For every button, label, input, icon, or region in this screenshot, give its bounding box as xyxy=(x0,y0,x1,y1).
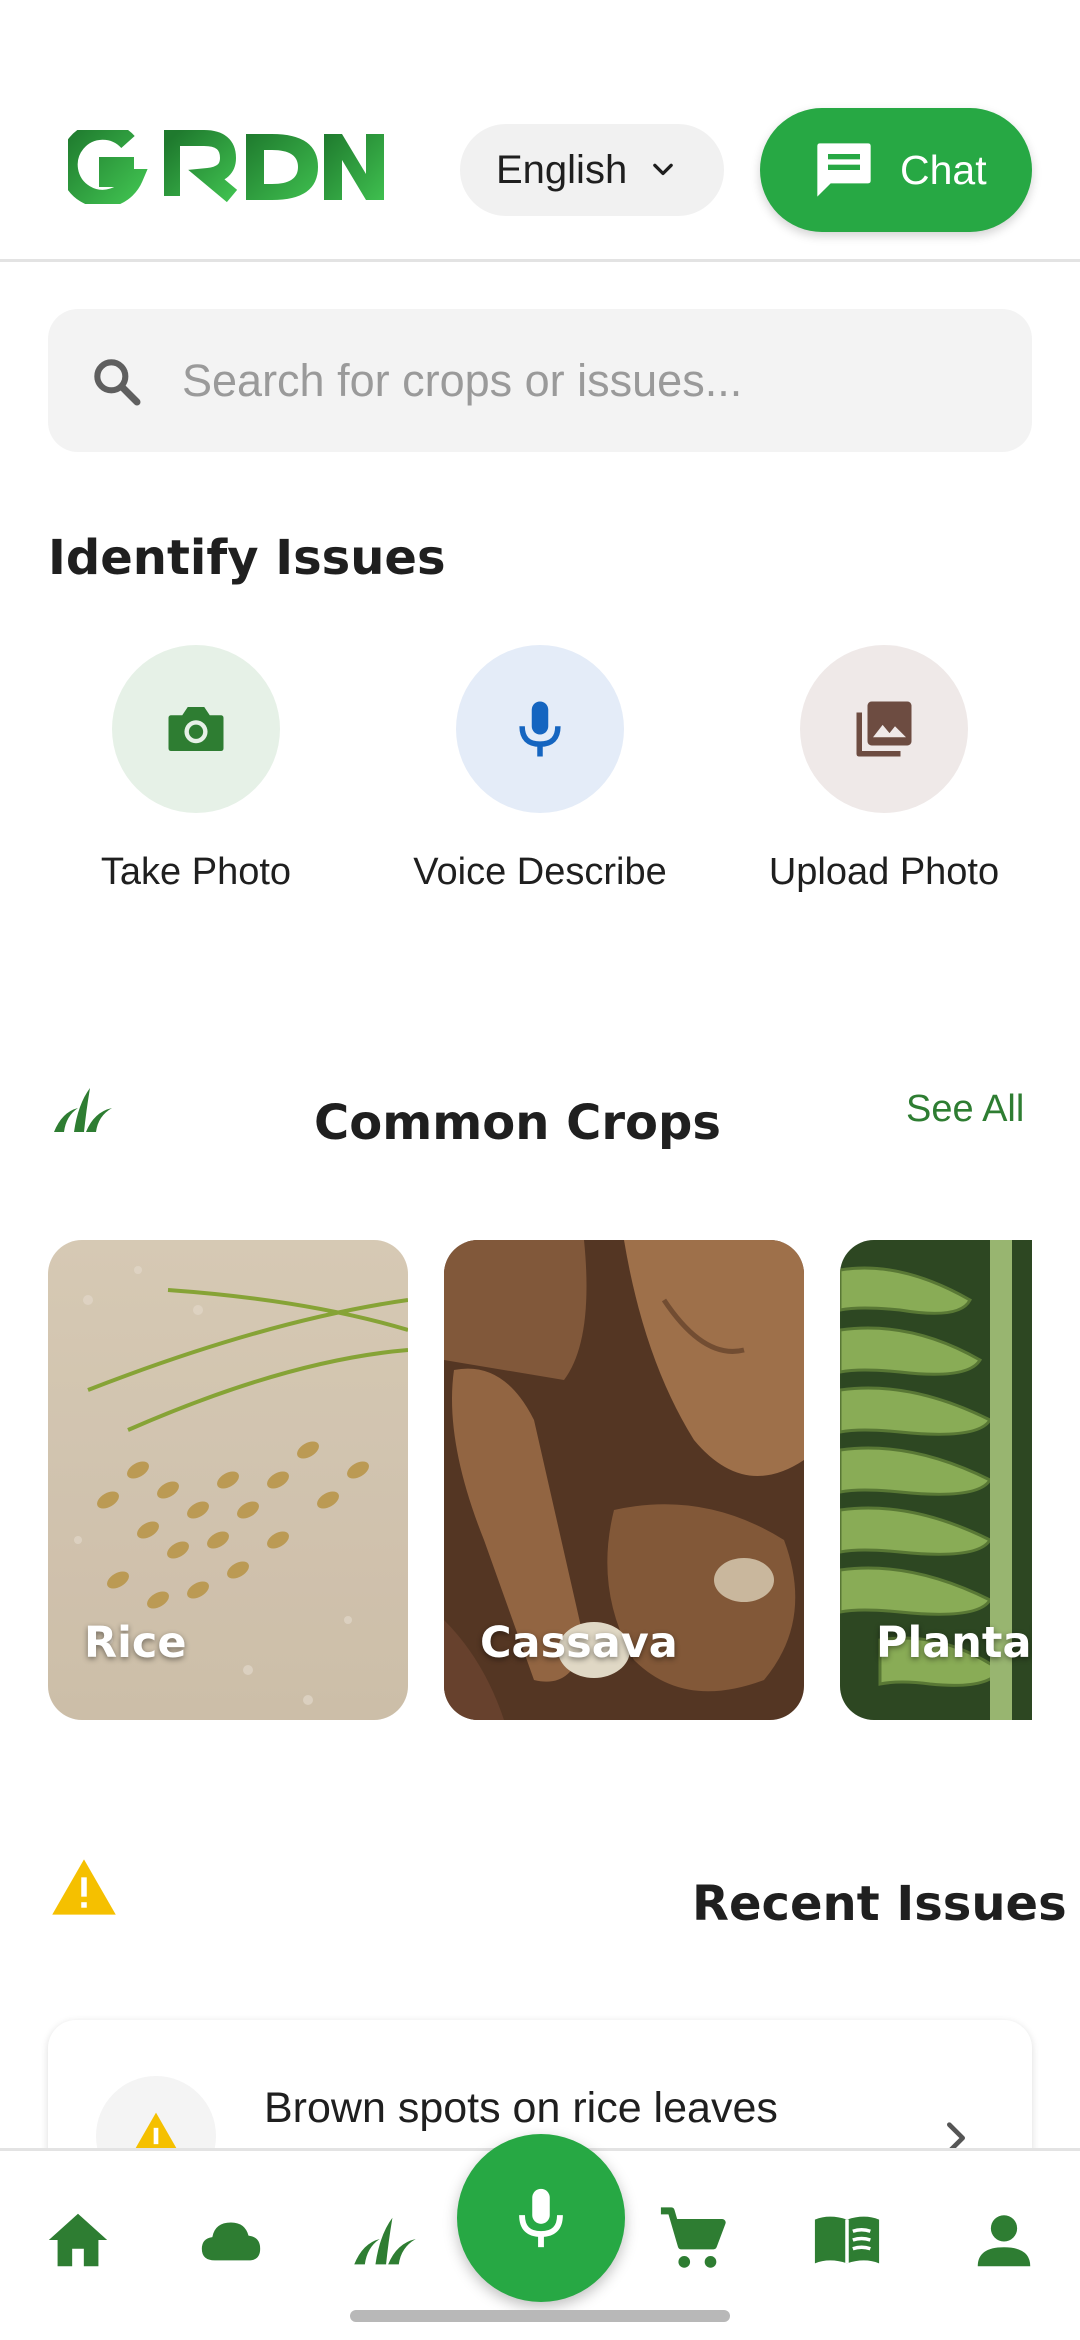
search-input[interactable] xyxy=(182,354,1002,407)
cart-icon xyxy=(660,2207,726,2268)
warning-icon xyxy=(52,1859,116,1915)
upload-photo-button[interactable]: Upload Photo xyxy=(724,645,1044,894)
photo-library-icon xyxy=(856,701,912,757)
take-photo-circle xyxy=(112,645,280,813)
crop-name-rice: Rice xyxy=(84,1618,187,1668)
take-photo-button[interactable]: Take Photo xyxy=(36,645,356,894)
chat-label: Chat xyxy=(900,146,987,193)
chat-button[interactable]: Chat xyxy=(760,108,1032,232)
recent-issues-title: Recent Issues xyxy=(692,1876,1067,1932)
crop-name-plantain: Plantain xyxy=(876,1618,1032,1668)
chevron-down-icon xyxy=(653,163,674,176)
home-icon xyxy=(48,2213,108,2267)
language-selector[interactable]: English xyxy=(460,124,724,216)
voice-describe-circle xyxy=(456,645,624,813)
sprout-icon xyxy=(54,1088,112,1132)
issue-title: Brown spots on rice leaves xyxy=(264,2084,778,2132)
home-indicator[interactable] xyxy=(350,2310,730,2322)
crop-card-cassava[interactable]: Cassava xyxy=(444,1240,804,1720)
nav-crops[interactable] xyxy=(345,2200,425,2280)
weather-cloud-icon xyxy=(201,2222,261,2261)
language-label: English xyxy=(496,147,628,192)
crops-carousel[interactable]: Rice Cassava Planta xyxy=(48,1240,1032,1722)
voice-mic-icon xyxy=(519,2188,563,2248)
microphone-icon xyxy=(519,701,561,757)
crop-name-cassava: Cassava xyxy=(480,1618,678,1668)
nav-weather[interactable] xyxy=(191,2200,271,2280)
voice-describe-label: Voice Describe xyxy=(413,851,667,893)
upload-photo-label: Upload Photo xyxy=(768,851,1000,893)
camera-icon xyxy=(168,707,224,751)
nav-profile[interactable] xyxy=(964,2200,1044,2280)
crop-card-rice[interactable]: Rice xyxy=(48,1240,408,1720)
crop-card-plantain[interactable]: Plantain xyxy=(840,1240,1032,1720)
nav-cart[interactable] xyxy=(653,2200,733,2280)
library-book-icon xyxy=(814,2216,880,2264)
chat-icon xyxy=(817,143,871,197)
nav-library[interactable] xyxy=(807,2200,887,2280)
identify-issues-title: Identify Issues xyxy=(48,530,446,586)
search-icon xyxy=(94,358,141,405)
search-bar[interactable] xyxy=(48,309,1032,452)
profile-icon xyxy=(977,2215,1031,2267)
crops-icon xyxy=(354,2217,416,2265)
see-all-link[interactable]: See All xyxy=(906,1088,1024,1131)
upload-photo-circle xyxy=(800,645,968,813)
take-photo-label: Take Photo xyxy=(100,851,292,893)
grdn-logo xyxy=(59,121,388,208)
voice-describe-button[interactable]: Voice Describe xyxy=(380,645,700,894)
voice-mic-button[interactable] xyxy=(457,2134,625,2302)
common-crops-title: Common Crops xyxy=(314,1095,721,1151)
nav-home[interactable] xyxy=(38,2200,118,2280)
app-header: English Chat xyxy=(0,0,1080,262)
